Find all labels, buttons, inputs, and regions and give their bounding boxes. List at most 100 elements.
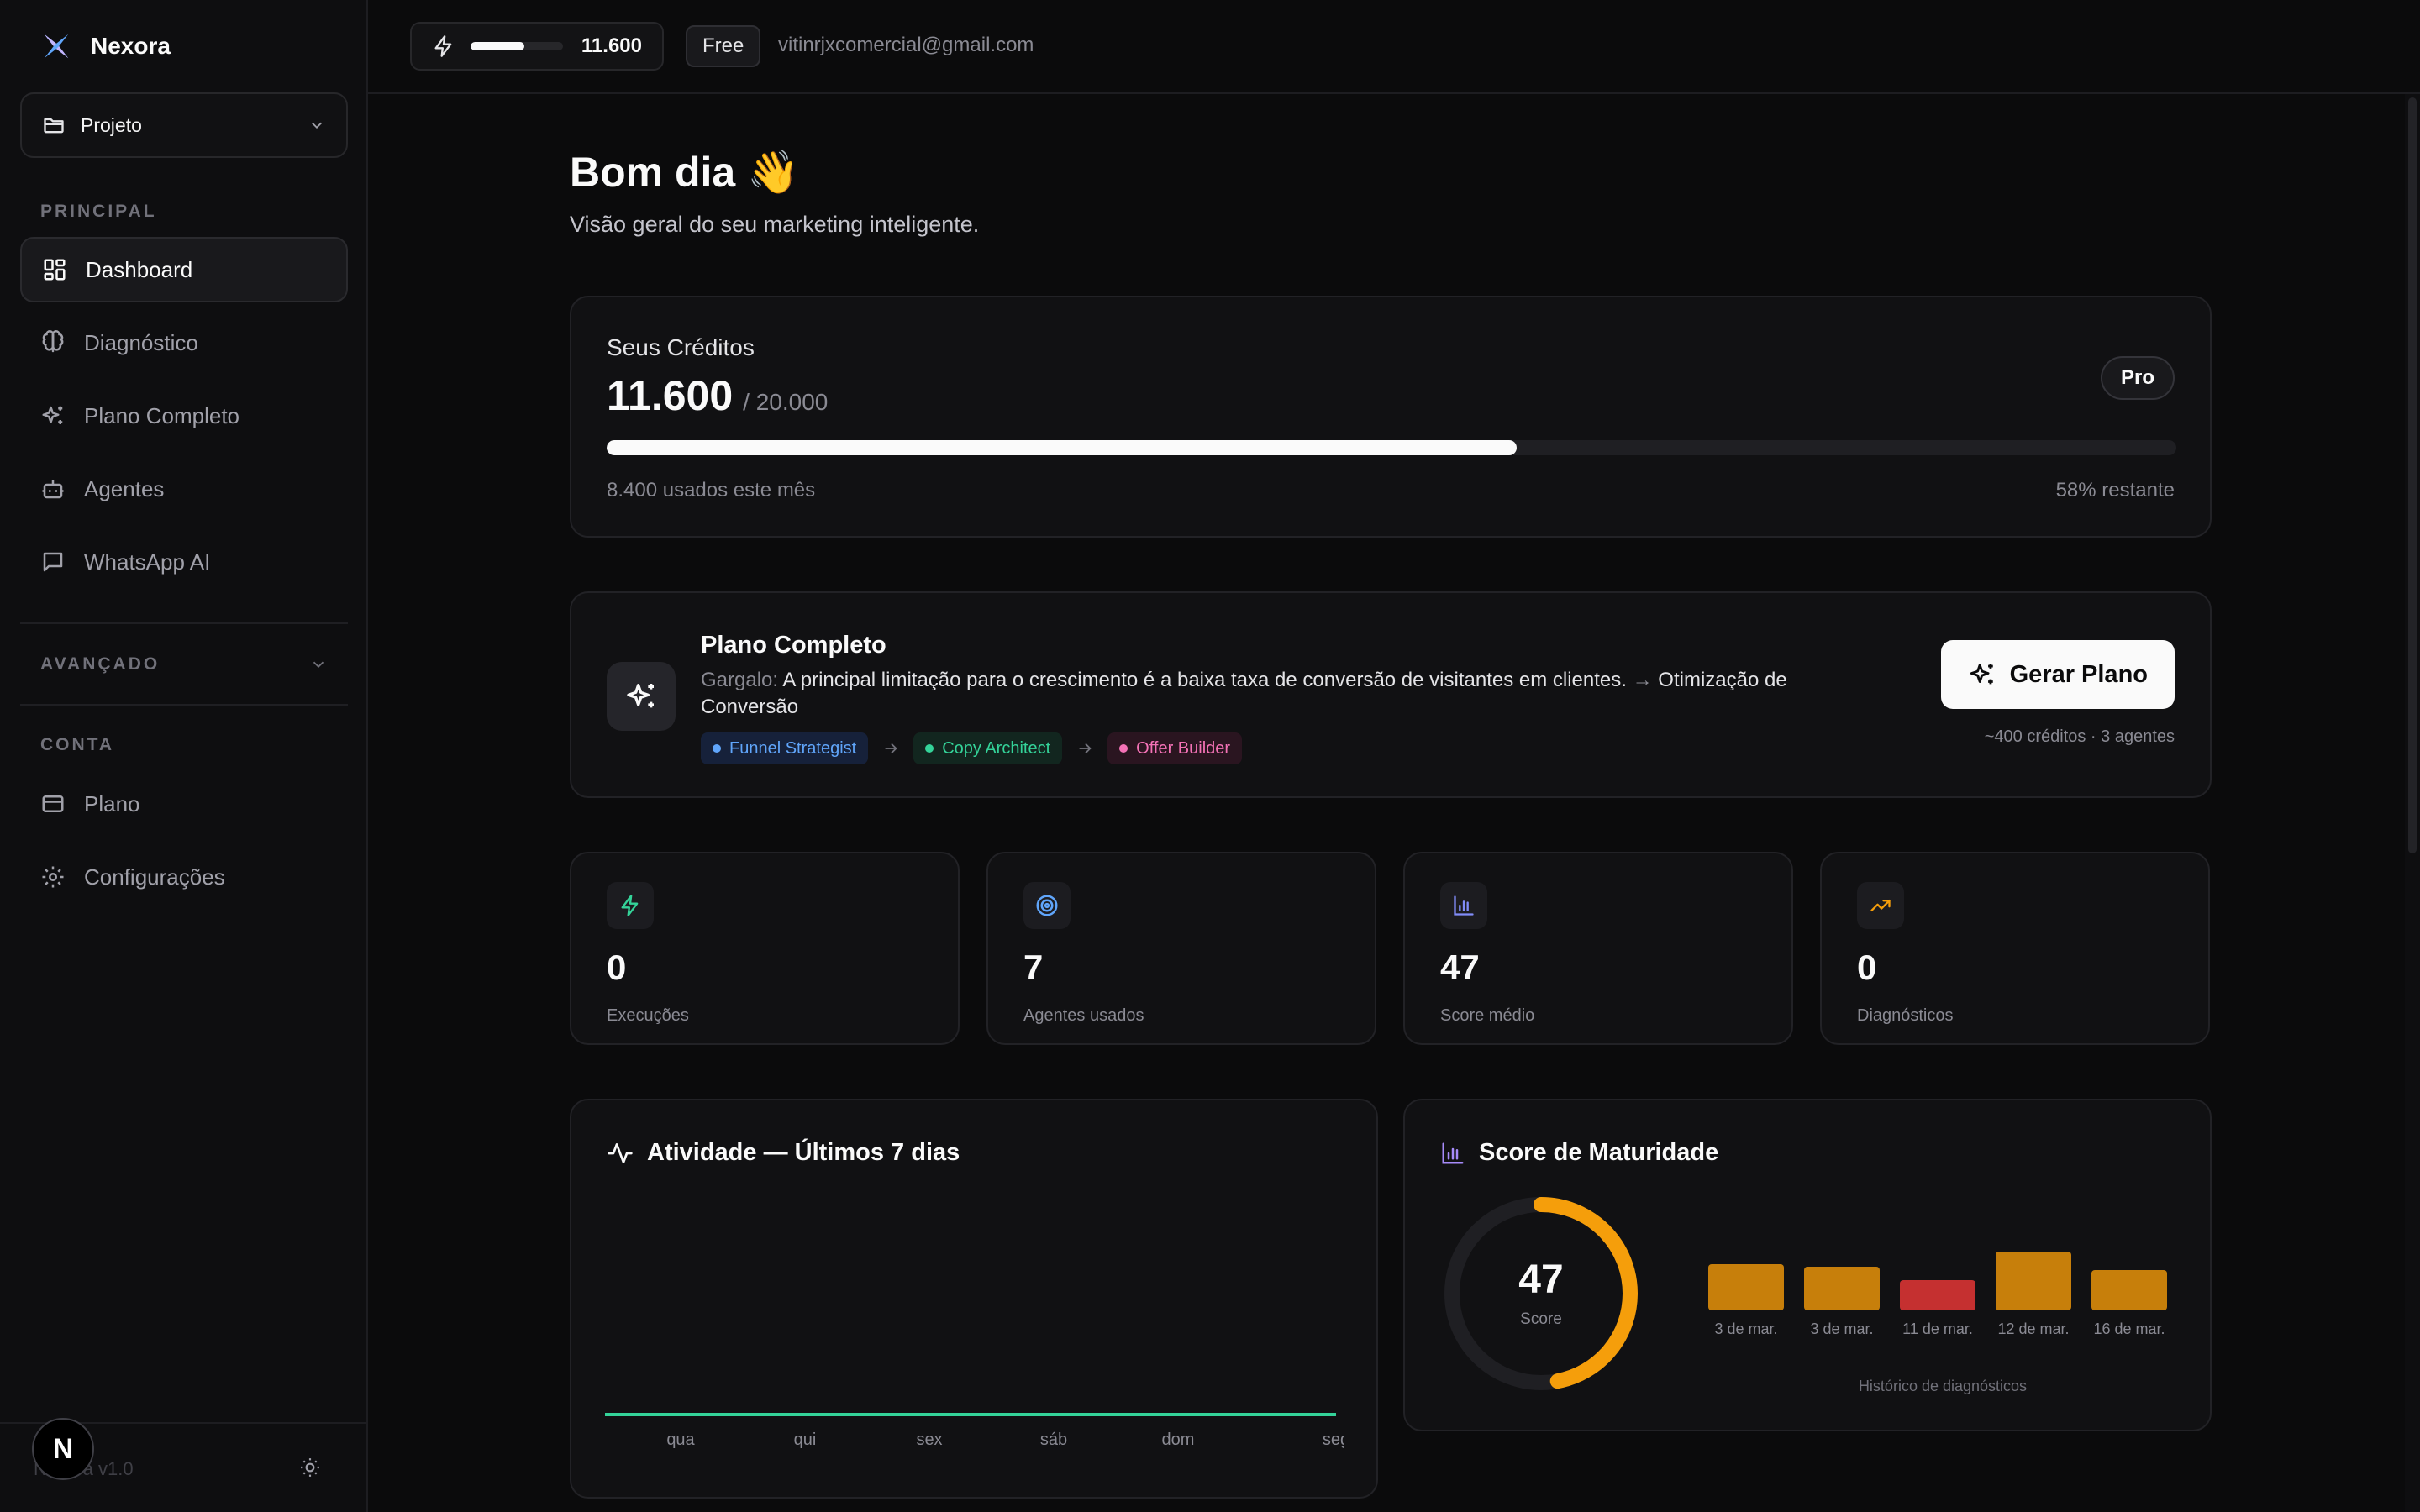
- sidebar-item-configuracoes[interactable]: Configurações: [20, 844, 348, 910]
- page-subtitle: Visão geral do seu marketing inteligente…: [570, 212, 980, 237]
- stat-value: 0: [607, 948, 627, 987]
- brand[interactable]: Nexora: [40, 30, 171, 62]
- credits-amount-value: 11.600: [607, 372, 734, 419]
- sidebar-divider: [20, 622, 348, 624]
- sparkles-icon: [624, 680, 658, 713]
- sidebar-item-whatsapp-ai[interactable]: WhatsApp AI: [20, 529, 348, 595]
- activity-title-text: Atividade — Últimos 7 dias: [647, 1139, 960, 1166]
- sidebar-item-label: Agentes: [84, 475, 165, 501]
- sidebar-item-label: Dashboard: [86, 256, 193, 282]
- stat-card-score-medio: 47 Score médio: [1403, 852, 1793, 1045]
- agent-chip-offer-builder[interactable]: Offer Builder: [1107, 732, 1243, 764]
- history-bar-label: 11 de mar.: [1902, 1320, 1973, 1337]
- project-label: Projeto: [81, 113, 142, 136]
- app-name: Nexora: [91, 33, 171, 59]
- plan-description: Gargalo: A principal limitação para o cr…: [701, 667, 1860, 721]
- arrow-right-icon: [1076, 739, 1094, 758]
- framework-badge[interactable]: N: [32, 1418, 94, 1480]
- maturity-card: Score de Maturidade 47 Score 3 de mar. 3 …: [1403, 1099, 2212, 1431]
- stat-label: Execuções: [607, 1006, 689, 1025]
- credits-progress-bar: [607, 440, 2176, 455]
- x-tick-label: dom: [1162, 1431, 1195, 1449]
- chevron-down-icon: [309, 655, 328, 674]
- x-tick-label: qua: [666, 1431, 695, 1449]
- stat-label: Agentes usados: [1023, 1006, 1144, 1025]
- stat-card-diagnosticos: 0 Diagnósticos: [1820, 852, 2210, 1045]
- sidebar-item-agentes[interactable]: Agentes: [20, 456, 348, 522]
- activity-line-chart: qua qui sex sáb dom seg: [605, 1413, 1344, 1449]
- zap-icon: [432, 34, 455, 58]
- bottleneck-text: A principal limitação para o crescimento…: [782, 669, 1627, 691]
- x-tick-label: sex: [916, 1431, 942, 1449]
- project-select[interactable]: Projeto: [20, 92, 348, 158]
- plan-title: Plano Completo: [701, 632, 886, 659]
- arrow-right-icon: [881, 739, 900, 758]
- stat-label: Score médio: [1440, 1006, 1535, 1025]
- activity-title: Atividade — Últimos 7 dias: [607, 1139, 960, 1167]
- scrollbar-thumb[interactable]: [2408, 97, 2417, 853]
- score-value: 47: [1518, 1257, 1564, 1302]
- credits-amount-total: / 20.000: [743, 389, 829, 415]
- bottleneck-label: Gargalo:: [701, 669, 779, 691]
- stat-card-execucoes: 0 Execuções: [570, 852, 960, 1045]
- stat-label: Diagnósticos: [1857, 1006, 1954, 1025]
- credits-card: Seus Créditos 11.600 / 20.000 Pro 8.400 …: [570, 296, 2212, 538]
- sidebar-item-label: Diagnóstico: [84, 329, 198, 355]
- sidebar-item-diagnostico[interactable]: Diagnóstico: [20, 310, 348, 375]
- status-dot: [713, 744, 721, 753]
- zap-icon: [607, 882, 654, 929]
- sidebar-item-label: Plano Completo: [84, 402, 239, 428]
- credits-pill[interactable]: 11.600: [410, 22, 664, 71]
- x-tick-label: sáb: [1040, 1431, 1067, 1449]
- nexora-logo-icon: [40, 30, 72, 62]
- credit-card-icon: [40, 791, 66, 816]
- history-bar: [1996, 1252, 2071, 1310]
- history-bar-label: 3 de mar.: [1714, 1320, 1777, 1337]
- user-email: vitinrjxcomercial@gmail.com: [778, 34, 1034, 56]
- layout-grid-icon: [42, 257, 67, 282]
- history-caption: Histórico de diagnósticos: [1858, 1378, 2028, 1394]
- message-square-icon: [40, 549, 66, 575]
- agent-chip-copy-architect[interactable]: Copy Architect: [913, 732, 1063, 764]
- stat-card-agentes-usados: 7 Agentes usados: [986, 852, 1376, 1045]
- arrow-icon: →: [1632, 669, 1653, 691]
- score-label: Score: [1520, 1310, 1562, 1328]
- stat-value: 0: [1857, 948, 1877, 987]
- history-bar-label: 12 de mar.: [1997, 1320, 2069, 1337]
- plan-badge: Free: [686, 25, 761, 67]
- gear-icon: [40, 864, 66, 890]
- sidebar-item-label: Plano: [84, 790, 140, 816]
- sidebar: Nexora Projeto PRINCIPAL Dashboard Diagn…: [0, 0, 368, 1512]
- trending-up-icon: [1857, 882, 1904, 929]
- folder-icon: [42, 113, 66, 137]
- pro-badge: Pro: [2100, 356, 2175, 400]
- sun-icon: [299, 1457, 321, 1478]
- stat-value: 7: [1023, 948, 1044, 987]
- sidebar-item-plano-completo[interactable]: Plano Completo: [20, 383, 348, 449]
- agent-chip-funnel-strategist[interactable]: Funnel Strategist: [701, 732, 869, 764]
- top-bar: 11.600 Free vitinrjxcomercial@gmail.com: [368, 0, 2420, 94]
- plan-icon-box: [607, 662, 676, 731]
- version-number: v1.0: [98, 1458, 134, 1479]
- credits-remaining-text: 58% restante: [2055, 479, 2175, 501]
- section-avancado-toggle[interactable]: AVANÇADO: [40, 652, 328, 677]
- page-title: Bom dia 👋: [570, 149, 800, 196]
- credits-value: 11.600: [581, 34, 642, 57]
- theme-toggle-button[interactable]: [299, 1457, 321, 1478]
- sidebar-item-dashboard[interactable]: Dashboard: [20, 237, 348, 302]
- sidebar-divider: [20, 704, 348, 706]
- credits-used-text: 8.400 usados este mês: [607, 479, 816, 501]
- x-tick-label: seg: [1323, 1431, 1344, 1449]
- status-dot: [925, 744, 934, 753]
- bar-chart-icon: [1440, 882, 1487, 929]
- sparkles-icon: [1968, 660, 1996, 689]
- score-gauge: 47 Score: [1440, 1193, 1642, 1394]
- section-avancado: AVANÇADO: [40, 654, 160, 674]
- activity-card: Atividade — Últimos 7 dias qua qui sex sáb d…: [570, 1099, 1378, 1499]
- maturity-title: Score de Maturidade: [1440, 1139, 1718, 1167]
- sparkles-icon: [40, 403, 66, 428]
- agent-chip-label: Funnel Strategist: [729, 738, 857, 758]
- sidebar-item-plano[interactable]: Plano: [20, 771, 348, 837]
- brain-icon: [40, 330, 66, 355]
- generate-plan-button[interactable]: Gerar Plano: [1940, 640, 2175, 709]
